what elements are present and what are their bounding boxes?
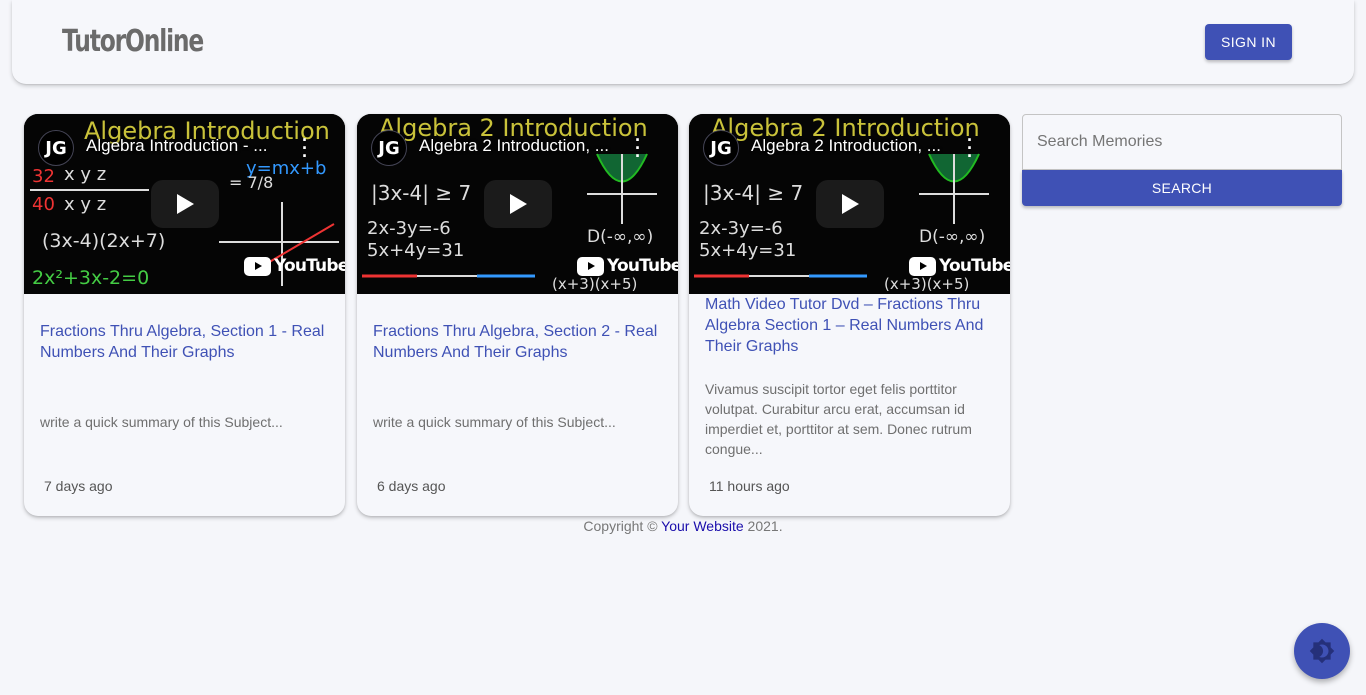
svg-text:D(-∞,∞): D(-∞,∞)	[587, 227, 653, 247]
footer: Copyright © Your Website 2021.	[0, 518, 1366, 534]
video-title[interactable]: Algebra 2 Introduction, ...	[751, 136, 961, 156]
youtube-label: YouTube	[939, 256, 1010, 276]
more-options-icon[interactable]: · · ·	[635, 131, 641, 165]
video-embed[interactable]: Algebra 2 Introduction |3x-4| ≥ 7 2x-3y=…	[357, 114, 678, 294]
card-summary: write a quick summary of this Subject...	[40, 414, 283, 430]
svg-text:40: 40	[32, 194, 55, 215]
theme-toggle-button[interactable]	[1294, 623, 1350, 679]
search-input[interactable]	[1022, 114, 1342, 170]
memory-card: Algebra 2 Introduction |3x-4| ≥ 7 2x-3y=…	[357, 114, 678, 516]
card-summary: Vivamus suscipit tortor eget felis portt…	[705, 381, 972, 457]
video-title[interactable]: Algebra 2 Introduction, ...	[419, 136, 629, 156]
copyright-prefix: Copyright ©	[583, 518, 658, 534]
svg-text:x y z: x y z	[64, 164, 106, 185]
memory-card: Algebra Introduction 32 x y z 40 x y z (…	[24, 114, 345, 516]
card-title[interactable]: Math Video Tutor Dvd – Fractions Thru Al…	[705, 294, 997, 357]
website-link[interactable]: Your Website	[661, 518, 744, 534]
brightness-icon	[1309, 638, 1335, 664]
play-button[interactable]	[816, 180, 884, 228]
youtube-icon	[244, 256, 271, 276]
play-icon	[842, 194, 859, 214]
play-icon	[177, 194, 194, 214]
video-embed[interactable]: Algebra Introduction 32 x y z 40 x y z (…	[24, 114, 345, 294]
youtube-logo[interactable]: YouTube	[577, 256, 678, 276]
search-button[interactable]: SEARCH	[1022, 170, 1342, 206]
svg-text:D(-∞,∞): D(-∞,∞)	[919, 227, 985, 247]
channel-avatar[interactable]: JG	[371, 130, 407, 166]
memory-card: Algebra 2 Introduction |3x-4| ≥ 7 2x-3y=…	[689, 114, 1010, 516]
youtube-label: YouTube	[274, 256, 345, 276]
app-bar: TutorOnline SIGN IN	[12, 0, 1354, 84]
svg-text:(x+3)(x+5): (x+3)(x+5)	[552, 275, 637, 293]
play-button[interactable]	[484, 180, 552, 228]
card-title[interactable]: Fractions Thru Algebra, Section 2 - Real…	[373, 321, 665, 363]
channel-avatar[interactable]: JG	[703, 130, 739, 166]
svg-text:5x+4y=31: 5x+4y=31	[699, 240, 796, 261]
svg-text:|3x-4| ≥ 7: |3x-4| ≥ 7	[703, 181, 803, 205]
youtube-icon	[909, 256, 936, 276]
more-options-icon[interactable]: · · ·	[967, 131, 973, 165]
card-timestamp: 11 hours ago	[709, 478, 790, 494]
card-timestamp: 6 days ago	[377, 478, 446, 494]
play-icon	[510, 194, 527, 214]
svg-text:(x+3)(x+5): (x+3)(x+5)	[884, 275, 969, 293]
youtube-logo[interactable]: YouTube	[244, 256, 345, 276]
youtube-label: YouTube	[607, 256, 678, 276]
svg-text:x y z: x y z	[64, 194, 106, 215]
svg-text:|3x-4| ≥ 7: |3x-4| ≥ 7	[371, 181, 471, 205]
channel-avatar[interactable]: JG	[38, 130, 74, 166]
sign-in-button[interactable]: SIGN IN	[1205, 24, 1292, 60]
youtube-icon	[577, 256, 604, 276]
youtube-logo[interactable]: YouTube	[909, 256, 1010, 276]
svg-text:2x-3y=-6: 2x-3y=-6	[699, 218, 783, 239]
video-embed[interactable]: Algebra 2 Introduction |3x-4| ≥ 7 2x-3y=…	[689, 114, 1010, 294]
card-timestamp: 7 days ago	[44, 478, 113, 494]
svg-text:(3x-4)(2x+7): (3x-4)(2x+7)	[42, 230, 165, 252]
svg-text:= 7/8: = 7/8	[229, 173, 273, 192]
video-title[interactable]: Algebra Introduction - ...	[86, 136, 296, 156]
copyright-year: 2021.	[747, 518, 783, 534]
svg-text:32: 32	[32, 166, 55, 187]
logo[interactable]: TutorOnline	[62, 24, 204, 59]
play-button[interactable]	[151, 180, 219, 228]
svg-text:2x-3y=-6: 2x-3y=-6	[367, 218, 451, 239]
card-title[interactable]: Fractions Thru Algebra, Section 1 - Real…	[40, 321, 332, 363]
svg-text:2x²+3x-2=0: 2x²+3x-2=0	[32, 267, 149, 289]
more-options-icon[interactable]: · · ·	[302, 131, 308, 165]
card-summary: write a quick summary of this Subject...	[373, 414, 616, 430]
svg-text:5x+4y=31: 5x+4y=31	[367, 240, 464, 261]
